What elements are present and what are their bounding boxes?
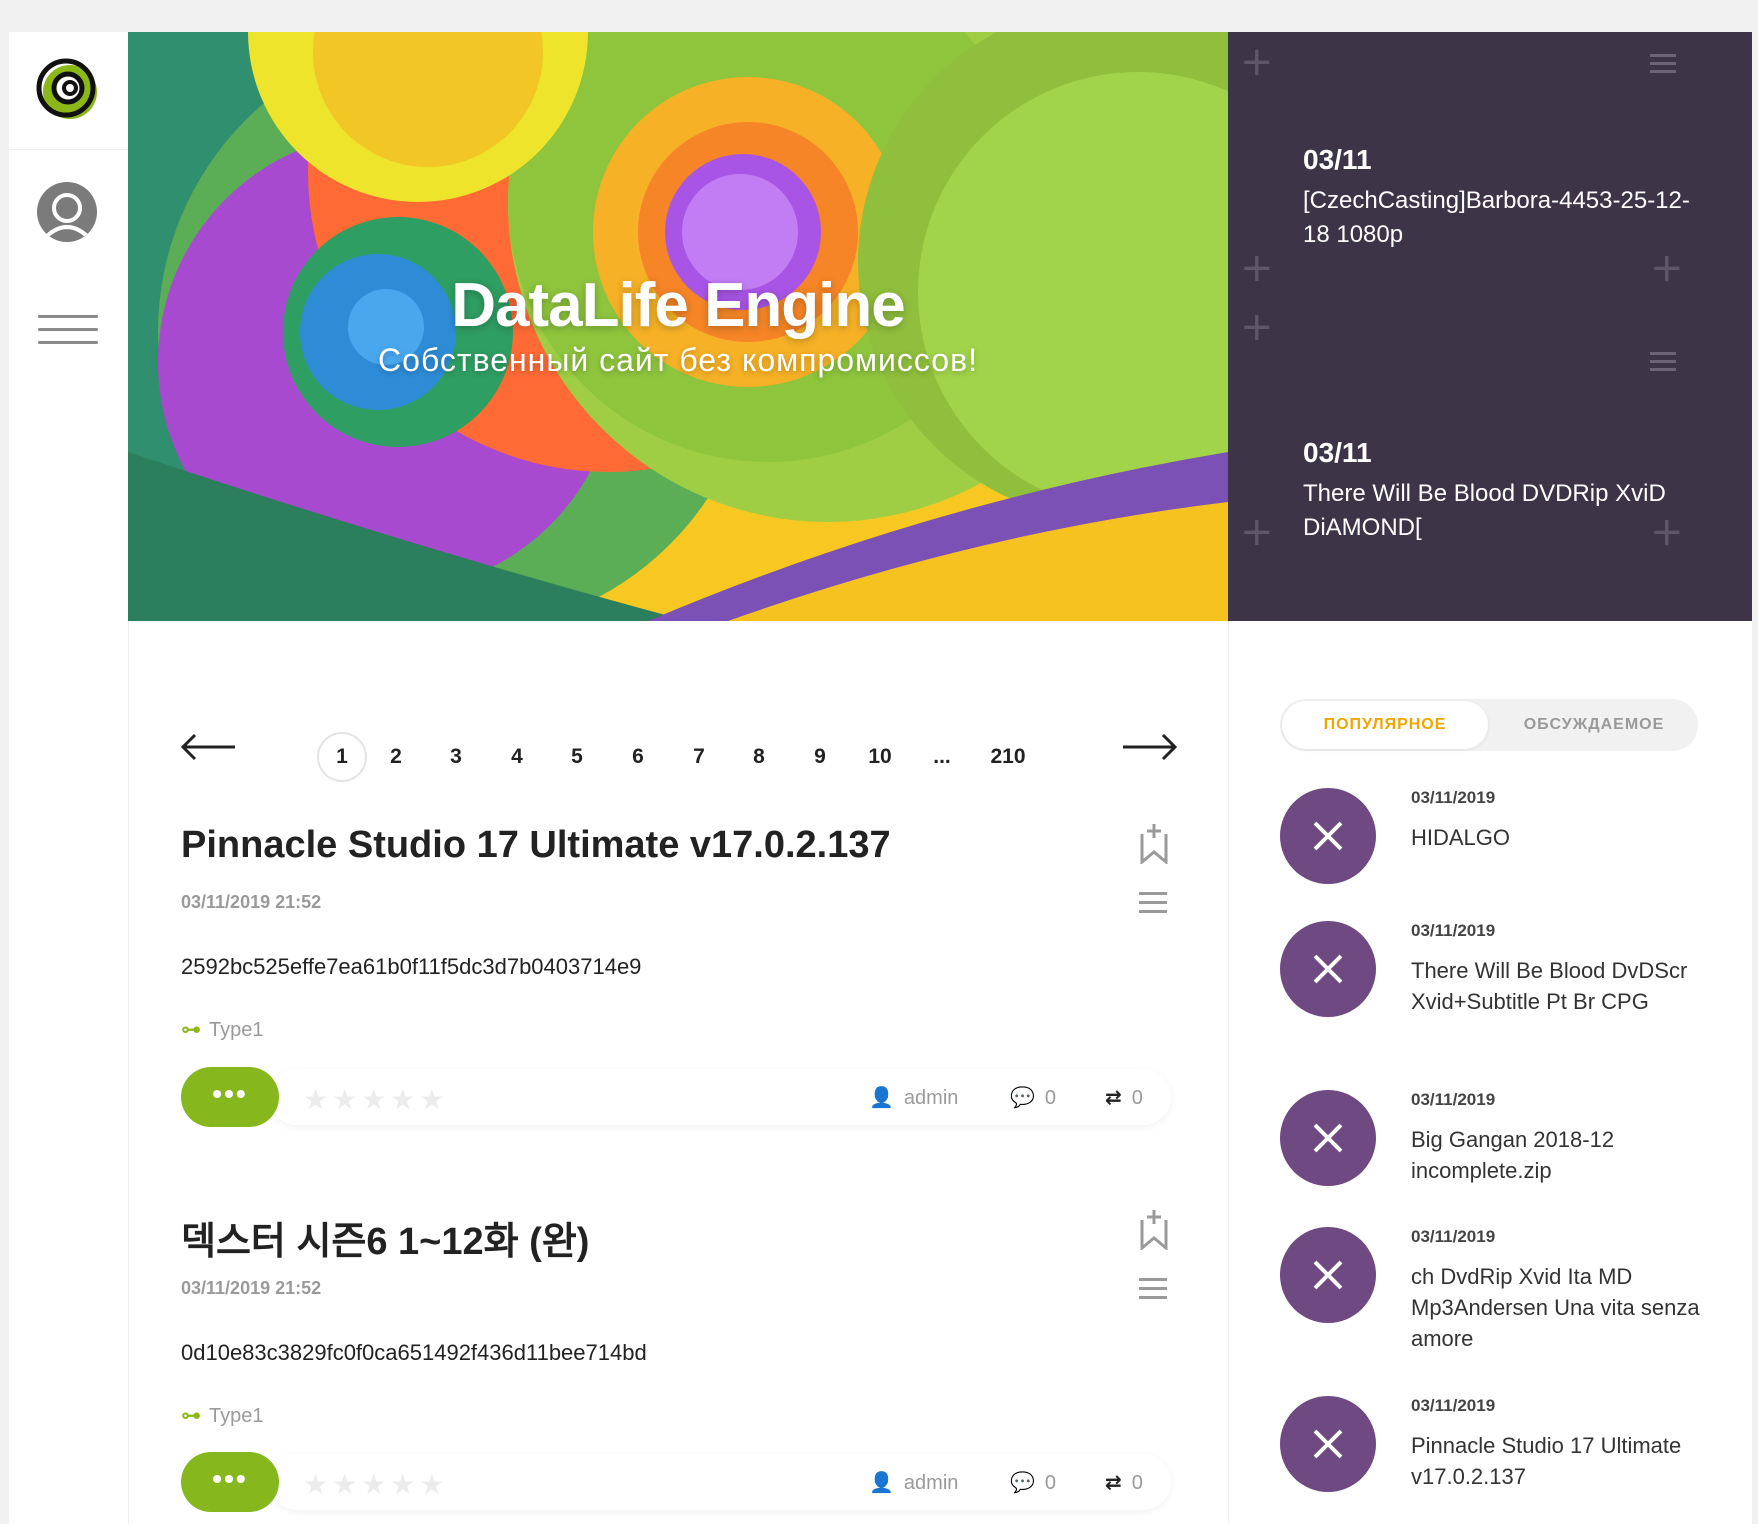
rating-stars[interactable]: ★★★★★ [303,1083,449,1116]
page-link[interactable]: 2 [371,732,421,782]
side-item-title: Big Gangan 2018-12 incomplete.zip [1411,1127,1615,1183]
post-date: 03/11/2019 21:52 [181,892,322,912]
comment-count: 0 [1044,1472,1057,1494]
post-author[interactable]: 👤 admin [869,1085,958,1110]
page-link[interactable]: 1 [317,732,367,782]
close-icon [1280,921,1376,1017]
more-button[interactable]: ••• [181,1452,279,1512]
post-comments[interactable]: 💬 0 [1010,1085,1056,1110]
plus-decor-icon: + [1240,39,1274,85]
side-item-date: 03/11/2019 [1411,1396,1496,1415]
post-menu-icon[interactable] [1139,892,1167,919]
page-link[interactable]: 8 [734,732,784,782]
page-link[interactable]: 10 [855,732,905,782]
side-tabs: ПОПУЛЯРНОЕ ОБСУЖДАЕМОЕ [1280,699,1698,751]
hero-title: DataLife Engine [451,271,906,340]
category-label: Type1 [209,1019,264,1041]
close-icon [1280,788,1376,884]
page-link[interactable]: 210 [978,732,1038,782]
bookmark-add-icon[interactable] [1139,1210,1169,1250]
side-item-date: 03/11/2019 [1411,1090,1496,1109]
plus-decor-icon: + [1240,509,1274,555]
site-logo[interactable] [36,58,100,122]
post-reposts[interactable]: ⇄ 0 [1105,1085,1143,1110]
post-title[interactable]: 덱스터 시즌6 1~12화 (완) [181,1210,1181,1265]
hero-subtitle: Собственный сайт без компромиссов! [378,342,978,378]
plus-decor-icon: + [1650,245,1684,291]
repost-count: 0 [1131,1087,1143,1109]
hero-banner: DataLife Engine Собственный сайт без ком… [128,32,1228,621]
prev-page-arrow-icon[interactable] [179,732,237,762]
column-divider [1228,621,1229,1524]
post-author[interactable]: 👤 admin [869,1470,958,1495]
post-comments[interactable]: 💬 0 [1010,1470,1056,1495]
user-avatar-icon[interactable] [37,182,97,242]
repost-count: 0 [1131,1472,1143,1494]
list-decor-icon [1650,352,1676,376]
side-item-title: There Will Be Blood DvDScr Xvid+Subtitle… [1411,958,1688,1014]
latest-news-panel: + + + + + + 03/11 [CzechCasting]Barbora-… [1228,32,1752,621]
more-button[interactable]: ••• [181,1067,279,1127]
left-sidebar [9,32,129,1524]
news-title: There Will Be Blood DVDRip XviD DiAMOND[ [1303,480,1666,541]
news-item[interactable]: 03/11 [CzechCasting]Barbora-4453-25-12-1… [1303,144,1703,252]
post-date: 03/11/2019 21:52 [181,1278,322,1298]
plus-decor-icon: + [1240,304,1274,350]
news-title: [CzechCasting]Barbora-4453-25-12-18 1080… [1303,187,1690,248]
list-decor-icon [1650,54,1676,78]
post-title[interactable]: Pinnacle Studio 17 Ultimate v17.0.2.137 [181,824,1181,867]
side-item-title: ch DvdRip Xvid Ita MD Mp3Andersen Una vi… [1411,1264,1700,1351]
side-item-title: HIDALGO [1411,825,1511,850]
post-reposts[interactable]: ⇄ 0 [1105,1470,1143,1495]
tab-popular[interactable]: ПОПУЛЯРНОЕ [1282,701,1488,749]
page-link[interactable]: 7 [674,732,724,782]
post-category[interactable]: ⊶ Type1 [181,1017,263,1042]
plus-decor-icon: + [1240,245,1274,291]
repost-icon: ⇄ [1105,1085,1122,1109]
news-date: 03/11 [1303,144,1372,175]
repost-icon: ⇄ [1105,1470,1122,1494]
author-name: admin [903,1087,959,1109]
key-icon: ⊶ [181,1405,201,1427]
sidebar-divider [9,149,128,150]
page-link[interactable]: 4 [492,732,542,782]
user-icon: 👤 [869,1085,894,1109]
side-item-date: 03/11/2019 [1411,1227,1496,1246]
post-footer-bar: ••• ★★★★★ 👤 admin 💬 0 ⇄ 0 [181,1452,1171,1512]
close-icon [1280,1396,1376,1492]
post-menu-icon[interactable] [1139,1278,1167,1305]
comment-icon: 💬 [1010,1085,1035,1109]
hamburger-menu-icon[interactable] [38,315,98,347]
post-text: 0d10e83c3829fc0f0ca651492f436d11bee714bd [181,1340,647,1365]
news-date: 03/11 [1303,437,1372,468]
comment-icon: 💬 [1010,1470,1035,1494]
user-icon: 👤 [869,1470,894,1494]
page-ellipsis: ... [933,745,951,768]
side-item-date: 03/11/2019 [1411,921,1496,940]
page-link[interactable]: 5 [552,732,602,782]
post-category[interactable]: ⊶ Type1 [181,1403,263,1428]
tab-discussed[interactable]: ОБСУЖДАЕМОЕ [1490,699,1698,751]
page-frame: DataLife Engine Собственный сайт без ком… [9,32,1752,1524]
post-card: Pinnacle Studio 17 Ultimate v17.0.2.137 … [181,824,1181,1127]
rating-stars[interactable]: ★★★★★ [303,1468,449,1501]
news-item[interactable]: 03/11 There Will Be Blood DVDRip XviD Di… [1303,437,1703,545]
key-icon: ⊶ [181,1019,201,1041]
close-icon [1280,1227,1376,1323]
post-card: 덱스터 시즌6 1~12화 (완) 03/11/2019 21:52 0d10e… [181,1210,1181,1512]
category-label: Type1 [209,1405,264,1427]
page-link[interactable]: 9 [795,732,845,782]
bookmark-add-icon[interactable] [1139,824,1169,864]
next-page-arrow-icon[interactable] [1121,732,1179,762]
page-link[interactable]: 3 [431,732,481,782]
comment-count: 0 [1044,1087,1057,1109]
post-footer-bar: ••• ★★★★★ 👤 admin 💬 0 ⇄ 0 [181,1067,1171,1127]
page-link[interactable]: 6 [613,732,663,782]
post-text: 2592bc525effe7ea61b0f11f5dc3d7b0403714e9 [181,954,642,979]
side-item-date: 03/11/2019 [1411,788,1496,807]
author-name: admin [903,1472,959,1494]
close-icon [1280,1090,1376,1186]
side-item-title: Pinnacle Studio 17 Ultimate v17.0.2.137 [1411,1433,1682,1489]
